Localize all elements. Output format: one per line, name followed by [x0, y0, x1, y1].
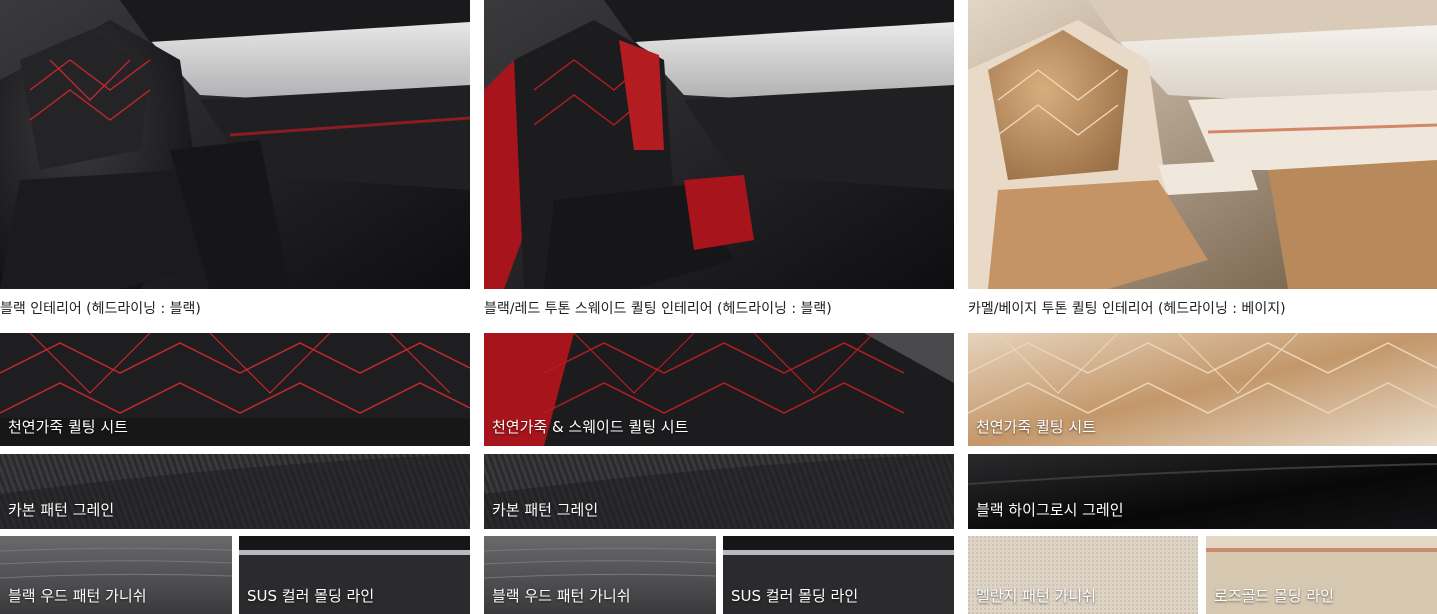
seat-label: 천연가죽 퀼팅 시트: [8, 418, 128, 436]
molding-label: SUS 컬러 몰딩 라인: [247, 587, 375, 605]
molding-swatch[interactable]: SUS 컬러 몰딩 라인: [723, 536, 954, 614]
interior-photo-camel-beige[interactable]: [968, 0, 1437, 289]
seat-swatch[interactable]: 천연가죽 퀼팅 시트: [0, 333, 470, 446]
finish-label: 카본 패턴 그레인: [492, 501, 599, 519]
trim-column-black-red: 블랙/레드 투톤 스웨이드 퀼팅 인테리어 (헤드라이닝 : 블랙) 천연가죽 …: [484, 0, 954, 614]
finish-label: 카본 패턴 그레인: [8, 501, 115, 519]
finish-swatch[interactable]: 카본 패턴 그레인: [0, 454, 470, 529]
trim-column-black: 블랙 인테리어 (헤드라이닝 : 블랙) 천연가죽 퀼팅 시트 카본 패턴 그레…: [0, 0, 470, 614]
trim-column-camel-beige: 카멜/베이지 투톤 퀼팅 인테리어 (헤드라이닝 : 베이지) 천연가죽 퀼팅 …: [968, 0, 1437, 614]
garnish-swatch[interactable]: 멜란지 패턴 가니쉬: [968, 536, 1198, 614]
finish-swatch[interactable]: 블랙 하이그로시 그레인: [968, 454, 1437, 529]
finish-swatch[interactable]: 카본 패턴 그레인: [484, 454, 954, 529]
seat-swatch[interactable]: 천연가죽 퀼팅 시트: [968, 333, 1437, 446]
seat-label: 천연가죽 퀼팅 시트: [976, 418, 1096, 436]
molding-label: SUS 컬러 몰딩 라인: [731, 587, 859, 605]
trim-caption: 블랙/레드 투톤 스웨이드 퀼팅 인테리어 (헤드라이닝 : 블랙): [484, 301, 832, 317]
seat-swatch[interactable]: 천연가죽 & 스웨이드 퀼팅 시트: [484, 333, 954, 446]
molding-label: 로즈골드 몰딩 라인: [1214, 587, 1334, 605]
seat-label: 천연가죽 & 스웨이드 퀼팅 시트: [492, 418, 689, 436]
trim-caption: 블랙 인테리어 (헤드라이닝 : 블랙): [0, 301, 201, 317]
garnish-swatch[interactable]: 블랙 우드 패턴 가니쉬: [484, 536, 716, 614]
trim-caption: 카멜/베이지 투톤 퀼팅 인테리어 (헤드라이닝 : 베이지): [968, 301, 1286, 317]
garnish-label: 블랙 우드 패턴 가니쉬: [8, 587, 147, 605]
interior-photo-black[interactable]: [0, 0, 470, 289]
garnish-swatch[interactable]: 블랙 우드 패턴 가니쉬: [0, 536, 232, 614]
finish-label: 블랙 하이그로시 그레인: [976, 501, 1124, 519]
garnish-label: 멜란지 패턴 가니쉬: [976, 587, 1096, 605]
molding-swatch[interactable]: 로즈골드 몰딩 라인: [1206, 536, 1437, 614]
garnish-label: 블랙 우드 패턴 가니쉬: [492, 587, 631, 605]
interior-photo-black-red[interactable]: [484, 0, 954, 289]
molding-swatch[interactable]: SUS 컬러 몰딩 라인: [239, 536, 470, 614]
